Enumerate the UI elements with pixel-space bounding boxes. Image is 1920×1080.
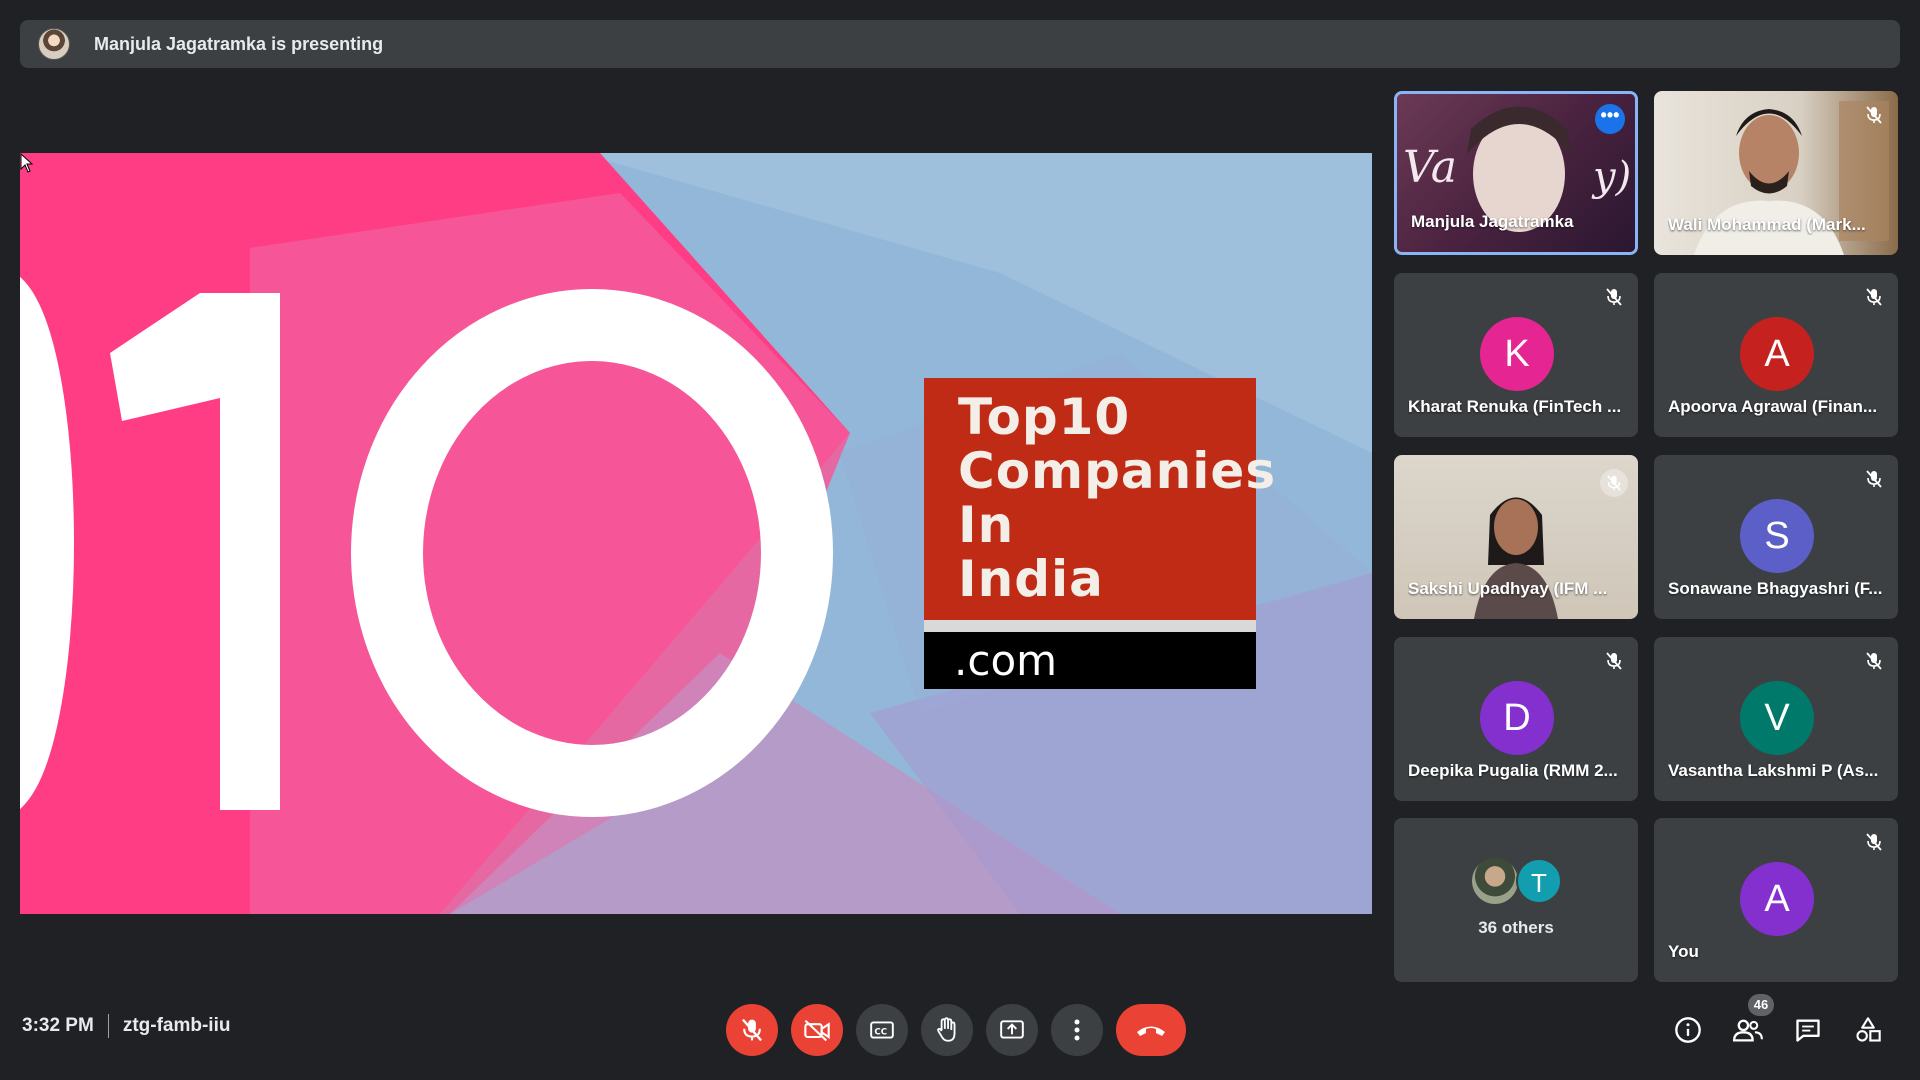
- presenting-banner: Manjula Jagatramka is presenting: [20, 20, 1900, 68]
- presenting-text: Manjula Jagatramka is presenting: [94, 33, 384, 54]
- mic-off-icon: [1866, 288, 1882, 306]
- participant-avatar: V: [1740, 681, 1814, 755]
- mic-off-icon: [1866, 106, 1882, 124]
- participant-avatar: [1472, 858, 1518, 904]
- participant-avatar: S: [1740, 499, 1814, 573]
- slide-title-line: India: [958, 550, 1104, 608]
- participant-avatar: A: [1740, 317, 1814, 391]
- svg-text:Va: Va: [1403, 142, 1457, 193]
- present-now-button[interactable]: [986, 1004, 1038, 1056]
- activities-icon: [1856, 1017, 1881, 1042]
- people-button[interactable]: [1730, 1012, 1766, 1048]
- meeting-code: ztg-famb-iiu: [122, 1015, 231, 1036]
- participant-name: Kharat Renuka (FinTech ...: [1408, 397, 1622, 416]
- mic-off-icon: [1866, 652, 1882, 670]
- participant-name: Apoorva Agrawal (Finan...: [1668, 397, 1878, 416]
- participant-tile-manjula[interactable]: Va y) ••• Manjula Jagatramka: [1394, 91, 1638, 255]
- participant-tile-deepika[interactable]: D Deepika Pugalia (RMM 2...: [1394, 637, 1638, 801]
- participant-tile-you[interactable]: A You: [1654, 818, 1898, 982]
- participant-name: Deepika Pugalia (RMM 2...: [1408, 761, 1618, 780]
- chat-icon: [1796, 1019, 1820, 1042]
- participant-count-badge: 46: [1748, 994, 1774, 1016]
- raise-hand-button[interactable]: [921, 1004, 973, 1056]
- participant-tile-kharat[interactable]: K Kharat Renuka (FinTech ...: [1394, 273, 1638, 437]
- more-options-button[interactable]: [1051, 1004, 1103, 1056]
- mic-off-icon: [1866, 833, 1882, 851]
- meeting-time: 3:32 PM: [22, 1015, 94, 1036]
- info-icon: [1675, 1017, 1701, 1043]
- presenter-avatar: [38, 28, 70, 60]
- slide-title-line: In: [958, 496, 1015, 554]
- participant-name: You: [1668, 942, 1699, 961]
- camera-toggle-button[interactable]: [791, 1004, 843, 1056]
- microphone-toggle-button[interactable]: [726, 1004, 778, 1056]
- participant-name: Sakshi Upadhyay (IFM ...: [1408, 579, 1608, 598]
- end-call-icon: [1137, 1026, 1165, 1036]
- mic-off-icon: [742, 1018, 762, 1042]
- present-screen-icon: [1000, 1020, 1024, 1039]
- participant-avatar: A: [1740, 862, 1814, 936]
- others-avatars: T: [1472, 854, 1572, 906]
- participant-tile-apoorva[interactable]: A Apoorva Agrawal (Finan...: [1654, 273, 1898, 437]
- participant-tile-sakshi[interactable]: Sakshi Upadhyay (IFM ...: [1394, 455, 1638, 619]
- more-options-icon: [1074, 1019, 1080, 1041]
- participant-avatar: K: [1480, 317, 1554, 391]
- others-count-label: 36 others: [1478, 918, 1554, 937]
- svg-text:CC: CC: [874, 1027, 887, 1037]
- people-icon: [1733, 1019, 1763, 1042]
- meeting-details-button[interactable]: [1670, 1012, 1706, 1048]
- camera-off-icon: [804, 1019, 830, 1042]
- chat-button[interactable]: [1790, 1012, 1826, 1048]
- mouse-cursor-icon: [20, 153, 34, 173]
- activities-button[interactable]: [1850, 1012, 1886, 1048]
- participant-tile-sonawane[interactable]: S Sonawane Bhagyashri (F...: [1654, 455, 1898, 619]
- raise-hand-icon: [937, 1017, 956, 1042]
- participant-name: Sonawane Bhagyashri (F...: [1668, 579, 1883, 598]
- others-tile[interactable]: T 36 others: [1394, 818, 1638, 982]
- slide-divider: [924, 620, 1256, 632]
- captions-icon: CC: [870, 1021, 894, 1039]
- more-options-icon[interactable]: •••: [1595, 104, 1625, 134]
- slide-title-box: Top10 Companies In India: [924, 378, 1277, 620]
- participant-avatar: D: [1480, 681, 1554, 755]
- captions-button[interactable]: CC: [856, 1004, 908, 1056]
- leave-call-button[interactable]: [1116, 1004, 1186, 1056]
- participant-tile-vasantha[interactable]: V Vasantha Lakshmi P (As...: [1654, 637, 1898, 801]
- divider: [107, 1014, 109, 1038]
- presentation-stage: Top10 Companies In India .com: [20, 153, 1372, 914]
- participant-tile-wali[interactable]: Wali Mohammad (Mark...: [1654, 91, 1898, 255]
- svg-text:y): y): [1591, 154, 1631, 200]
- slide-title-line: Top10: [958, 388, 1131, 446]
- participant-name: Manjula Jagatramka: [1411, 212, 1574, 231]
- participant-avatar: T: [1516, 858, 1562, 904]
- mic-off-icon: [1606, 288, 1622, 306]
- slide-title-line: Companies: [958, 442, 1277, 500]
- mic-off-icon: [1606, 652, 1622, 670]
- slide-domain-suffix: .com: [924, 632, 1256, 689]
- mic-off-icon: [1866, 470, 1882, 488]
- participant-name: Vasantha Lakshmi P (As...: [1668, 761, 1879, 780]
- mic-off-icon: [1600, 469, 1628, 497]
- meeting-details: 3:32 PM ztg-famb-iiu: [22, 1014, 230, 1038]
- participant-name: Wali Mohammad (Mark...: [1668, 215, 1866, 234]
